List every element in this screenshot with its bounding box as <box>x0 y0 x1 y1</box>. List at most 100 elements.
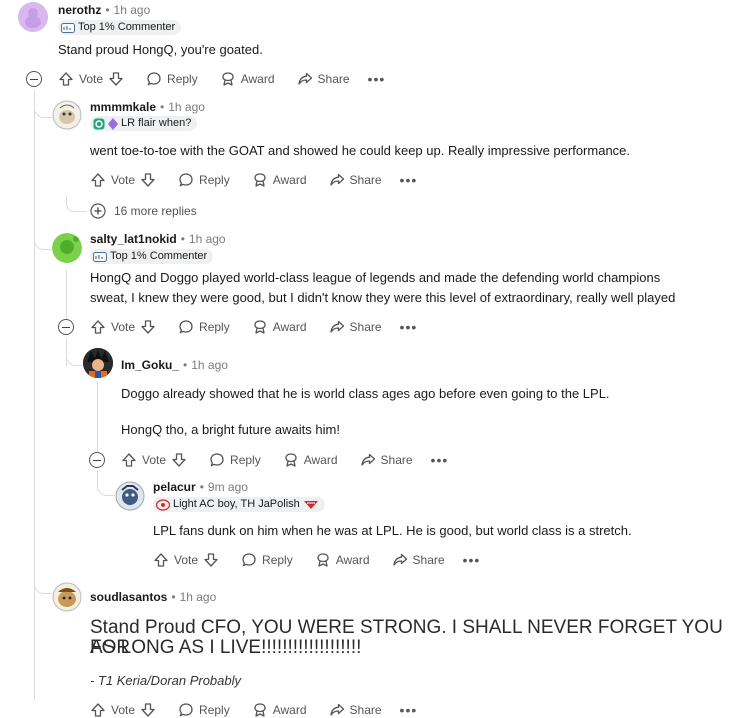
award-label: Award <box>303 453 338 467</box>
thread-elbow <box>66 338 82 366</box>
vote-control: Vote <box>90 702 156 718</box>
flair-text: LR flair when? <box>121 117 192 129</box>
comment-body-paragraph: HongQ tho, a bright future awaits him! <box>121 422 340 437</box>
award-button[interactable]: Award <box>252 172 307 188</box>
timestamp: 9m ago <box>207 480 248 494</box>
vote-control: Vote <box>153 552 219 568</box>
separator-dot: • <box>160 100 165 114</box>
flair-text: Light AC boy, TH JaPolish <box>173 498 300 510</box>
timestamp: 1h ago <box>191 358 228 372</box>
user-flair: Top 1% Commenter <box>90 249 214 264</box>
downvote-icon[interactable] <box>140 172 156 188</box>
reply-label: Reply <box>230 453 261 467</box>
reply-label: Reply <box>199 703 230 717</box>
comment-actions: Vote Reply Award Share ••• <box>153 549 480 571</box>
thread-line <box>66 270 67 322</box>
award-button[interactable]: Award <box>283 452 338 468</box>
more-options-button[interactable]: ••• <box>400 319 418 335</box>
reply-button[interactable]: Reply <box>178 172 230 188</box>
username[interactable]: mmmmkale <box>90 100 156 114</box>
thread-line <box>34 90 35 700</box>
comment-quote: - T1 Keria/Doran Probably <box>90 673 242 688</box>
username[interactable]: pelacur <box>153 480 196 494</box>
snoo-avatar-icon <box>115 481 145 511</box>
avatar[interactable] <box>52 582 82 612</box>
share-icon <box>297 71 313 87</box>
downvote-icon[interactable] <box>171 452 187 468</box>
reply-button[interactable]: Reply <box>209 452 261 468</box>
share-label: Share <box>380 453 413 467</box>
expand-plus-icon <box>90 203 106 219</box>
collapse-thread-button[interactable] <box>89 452 105 468</box>
share-icon <box>329 319 345 335</box>
reply-icon <box>178 319 194 335</box>
username[interactable]: soudlasantos <box>90 590 167 604</box>
award-label: Award <box>272 320 307 334</box>
downvote-icon[interactable] <box>108 71 124 87</box>
share-button[interactable]: Share <box>329 172 382 188</box>
reply-button[interactable]: Reply <box>178 319 230 335</box>
upvote-icon[interactable] <box>153 552 169 568</box>
more-replies-link[interactable]: 16 more replies <box>90 203 197 219</box>
share-button[interactable]: Share <box>392 552 445 568</box>
thread-elbow <box>97 470 115 496</box>
comment-body: LPL fans dunk on him when he was at LPL.… <box>153 523 632 538</box>
thread-elbow <box>66 196 86 212</box>
timestamp: 1h ago <box>179 590 217 604</box>
more-options-button[interactable]: ••• <box>400 172 418 188</box>
reply-icon <box>146 71 162 87</box>
vote-control: Vote <box>58 71 124 87</box>
share-button[interactable]: Share <box>329 702 382 718</box>
share-label: Share <box>412 553 445 567</box>
award-button[interactable]: Award <box>252 319 307 335</box>
award-icon <box>283 452 299 468</box>
comment-body-line: HongQ and Doggo played world-class leagu… <box>90 270 661 285</box>
reply-label: Reply <box>167 72 198 86</box>
more-options-button[interactable]: ••• <box>463 552 481 568</box>
upvote-icon[interactable] <box>121 452 137 468</box>
comment-heading-line: AS LONG AS I LIVE!!!!!!!!!!!!!!!!!!! <box>90 637 362 658</box>
award-button[interactable]: Award <box>252 702 307 718</box>
vote-label: Vote <box>142 453 167 467</box>
share-button[interactable]: Share <box>329 319 382 335</box>
share-icon <box>329 172 345 188</box>
share-button[interactable]: Share <box>297 71 350 87</box>
upvote-icon[interactable] <box>90 319 106 335</box>
vote-label: Vote <box>111 320 136 334</box>
profile-picture-icon <box>83 348 113 378</box>
avatar[interactable] <box>18 2 48 32</box>
upvote-icon[interactable] <box>58 71 74 87</box>
comment-meta: Im_Goku_ • 1h ago <box>121 357 228 373</box>
reply-button[interactable]: Reply <box>241 552 293 568</box>
share-button[interactable]: Share <box>360 452 413 468</box>
avatar[interactable] <box>83 348 113 378</box>
more-options-button[interactable]: ••• <box>400 702 418 718</box>
award-button[interactable]: Award <box>315 552 370 568</box>
snoo-avatar-icon <box>52 100 82 130</box>
upvote-icon[interactable] <box>90 702 106 718</box>
award-button[interactable]: Award <box>220 71 275 87</box>
downvote-icon[interactable] <box>203 552 219 568</box>
downvote-icon[interactable] <box>140 319 156 335</box>
more-options-button[interactable]: ••• <box>431 452 449 468</box>
downvote-icon[interactable] <box>140 702 156 718</box>
reply-button[interactable]: Reply <box>146 71 198 87</box>
upvote-icon[interactable] <box>90 172 106 188</box>
username[interactable]: salty_lat1nokid <box>90 232 177 246</box>
timestamp: 1h ago <box>188 232 226 246</box>
username[interactable]: nerothz <box>58 3 101 17</box>
reply-icon <box>178 172 194 188</box>
avatar[interactable] <box>52 233 82 263</box>
share-label: Share <box>349 173 382 187</box>
collapse-thread-button[interactable] <box>58 319 74 335</box>
avatar[interactable] <box>52 100 82 130</box>
collapse-thread-button[interactable] <box>26 71 42 87</box>
username[interactable]: Im_Goku_ <box>121 358 179 372</box>
comment-meta: pelacur • 9m ago <box>153 479 248 495</box>
reply-button[interactable]: Reply <box>178 702 230 718</box>
share-label: Share <box>349 320 382 334</box>
timestamp: 1h ago <box>168 100 205 114</box>
avatar[interactable] <box>115 481 145 511</box>
comment-body: Stand proud HongQ, you're goated. <box>58 42 263 57</box>
more-options-button[interactable]: ••• <box>368 71 386 87</box>
